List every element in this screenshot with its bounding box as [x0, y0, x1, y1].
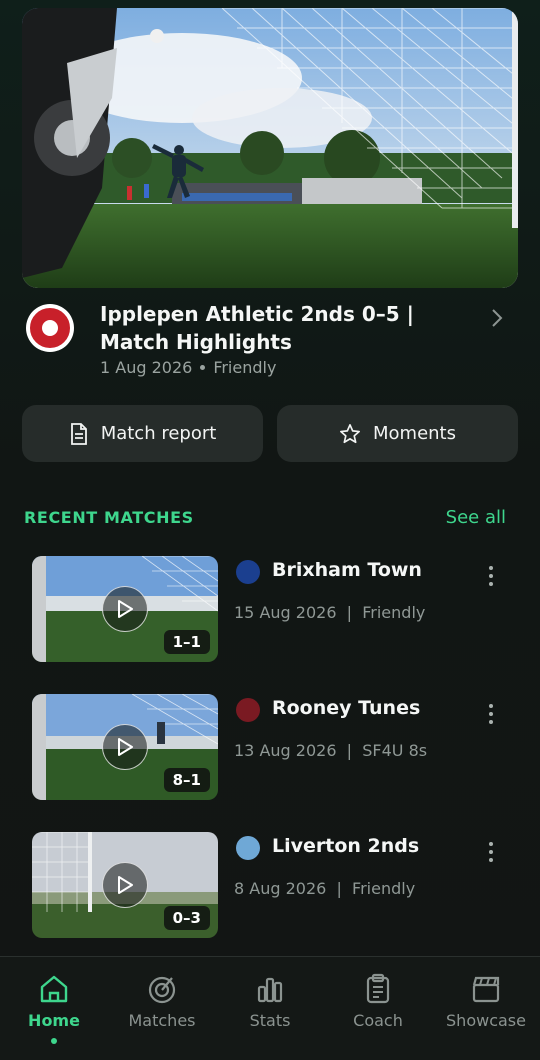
nav-stats[interactable]: Stats: [216, 973, 324, 1030]
match-type: Friendly: [362, 603, 426, 622]
featured-match-type: Friendly: [213, 358, 277, 377]
match-thumbnail[interactable]: 0–3: [32, 832, 218, 938]
opponent-name: Liverton 2nds: [272, 835, 420, 857]
clapperboard-icon: [472, 976, 500, 1003]
document-icon: [70, 422, 87, 445]
nav-home[interactable]: Home: [0, 973, 108, 1044]
featured-match-date: 1 Aug 2026: [100, 358, 193, 377]
nav-matches[interactable]: Matches: [108, 973, 216, 1030]
liverton-badge-icon: [236, 836, 260, 860]
match-score-badge: 0–3: [163, 906, 210, 930]
moments-label: Moments: [373, 423, 456, 444]
featured-match-title: Ipplepen Athletic 2nds 0–5 | Match Highl…: [100, 302, 414, 354]
play-icon[interactable]: [102, 862, 148, 908]
match-card[interactable]: 1–1 Brixham Town 15 Aug 2026 | Friendly: [32, 556, 502, 662]
stats-icon: [257, 977, 283, 1003]
home-icon: [40, 975, 68, 1003]
opponent-name: Brixham Town: [272, 559, 422, 581]
match-thumbnail[interactable]: 8–1: [32, 694, 218, 800]
matches-icon: [148, 976, 176, 1004]
nav-coach-label: Coach: [353, 1011, 403, 1030]
play-icon[interactable]: [102, 586, 148, 632]
nav-coach[interactable]: Coach: [324, 973, 432, 1030]
star-icon: [340, 423, 360, 443]
featured-match-meta: 1 Aug 2026 Friendly: [100, 358, 276, 377]
match-date: 15 Aug 2026: [234, 603, 337, 622]
match-meta: 13 Aug 2026 | SF4U 8s: [234, 741, 428, 760]
match-type: Friendly: [352, 879, 416, 898]
rooney-tunes-badge-icon: [236, 698, 260, 722]
chevron-right-icon: [490, 308, 504, 334]
more-options-icon[interactable]: [488, 566, 494, 588]
match-date: 8 Aug 2026: [234, 879, 327, 898]
play-icon[interactable]: [102, 724, 148, 770]
match-report-button[interactable]: Match report: [22, 405, 263, 462]
nav-stats-label: Stats: [249, 1011, 291, 1030]
featured-match-thumbnail[interactable]: [22, 8, 518, 288]
match-card[interactable]: 8–1 Rooney Tunes 13 Aug 2026 | SF4U 8s: [32, 694, 502, 800]
featured-match-header[interactable]: Ipplepen Athletic 2nds 0–5 | Match Highl…: [26, 300, 516, 390]
match-thumbnail[interactable]: 1–1: [32, 556, 218, 662]
match-card[interactable]: 0–3 Liverton 2nds 8 Aug 2026 | Friendly: [32, 832, 502, 938]
ipplepen-athletic-badge-icon: [26, 304, 74, 352]
opponent-name: Rooney Tunes: [272, 697, 421, 719]
match-report-label: Match report: [100, 423, 217, 444]
more-options-icon[interactable]: [488, 704, 494, 726]
nav-matches-label: Matches: [128, 1011, 196, 1030]
more-options-icon[interactable]: [488, 842, 494, 864]
see-all-link[interactable]: See all: [446, 507, 506, 528]
nav-showcase[interactable]: Showcase: [432, 973, 540, 1030]
bottom-navigation: Home Matches Stats Coach Showcase: [0, 956, 540, 1060]
moments-button[interactable]: Moments: [277, 405, 518, 462]
match-date: 13 Aug 2026: [234, 741, 337, 760]
clipboard-icon: [366, 973, 390, 1004]
active-indicator: [51, 1038, 57, 1044]
recent-matches-heading: RECENT MATCHES: [24, 508, 194, 527]
brixham-town-badge-icon: [236, 560, 260, 584]
match-meta: 8 Aug 2026 | Friendly: [234, 879, 416, 898]
match-score-badge: 1–1: [163, 630, 210, 654]
nav-showcase-label: Showcase: [446, 1011, 526, 1030]
nav-home-label: Home: [28, 1011, 80, 1030]
match-score-badge: 8–1: [163, 768, 210, 792]
match-meta: 15 Aug 2026 | Friendly: [234, 603, 426, 622]
match-type: SF4U 8s: [362, 741, 428, 760]
separator-dot: [200, 364, 206, 370]
